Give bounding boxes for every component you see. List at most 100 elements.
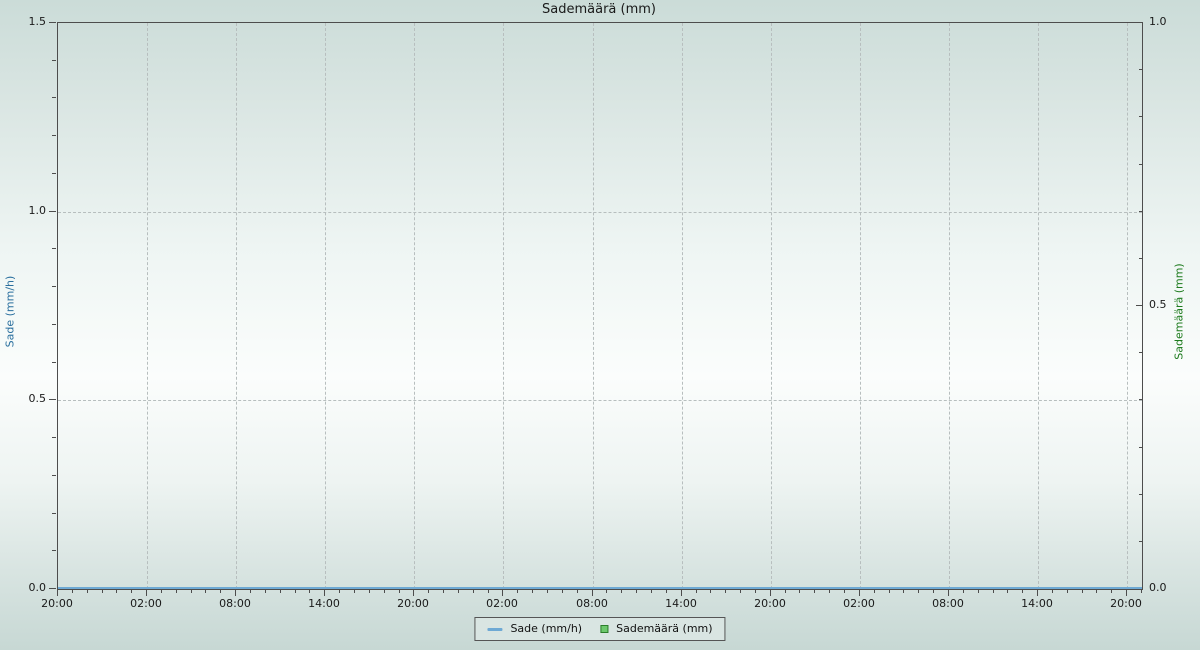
x-tick-label: 20:00 xyxy=(383,597,443,610)
y-right-minor-tick xyxy=(1139,258,1143,259)
x-tick-label: 14:00 xyxy=(1007,597,1067,610)
y-gridline xyxy=(58,400,1142,401)
x-tick-label: 02:00 xyxy=(472,597,532,610)
legend-label-sademaara: Sademäärä (mm) xyxy=(616,622,712,636)
x-minor-tick xyxy=(725,589,726,593)
x-minor-tick xyxy=(874,589,875,593)
y-left-minor-tick xyxy=(52,135,56,136)
y-right-minor-tick xyxy=(1139,69,1143,70)
y-right-minor-tick xyxy=(1139,352,1143,353)
y-left-tick-label: 0.0 xyxy=(0,581,46,594)
x-tick-label: 20:00 xyxy=(1096,597,1156,610)
y-right-minor-tick xyxy=(1139,447,1143,448)
y-left-tick-label: 1.5 xyxy=(0,15,46,28)
x-minor-tick xyxy=(1022,589,1023,593)
x-minor-tick xyxy=(250,589,251,593)
y-left-tick-label: 1.0 xyxy=(0,204,46,217)
x-tick-label: 14:00 xyxy=(294,597,354,610)
x-minor-tick xyxy=(354,589,355,593)
x-minor-tick xyxy=(532,589,533,593)
x-minor-tick xyxy=(933,589,934,593)
x-minor-tick xyxy=(161,589,162,593)
x-minor-tick xyxy=(384,589,385,593)
x-minor-tick xyxy=(814,589,815,593)
y-left-minor-tick xyxy=(52,97,56,98)
y-left-major-tick xyxy=(49,399,56,400)
y-right-minor-tick xyxy=(1139,211,1143,212)
x-minor-tick xyxy=(443,589,444,593)
y-right-major-tick xyxy=(1136,305,1143,306)
y-right-tick-label: 0.5 xyxy=(1149,298,1189,311)
x-minor-tick xyxy=(399,589,400,593)
x-gridline xyxy=(1127,23,1128,589)
x-major-tick xyxy=(324,589,325,596)
x-tick-label: 14:00 xyxy=(651,597,711,610)
sade-series-line xyxy=(58,587,1142,589)
y-left-minor-tick xyxy=(52,513,56,514)
y-left-major-tick xyxy=(49,22,56,23)
x-tick-label: 08:00 xyxy=(918,597,978,610)
x-major-tick xyxy=(1037,589,1038,596)
x-gridline xyxy=(325,23,326,589)
x-minor-tick xyxy=(978,589,979,593)
x-minor-tick xyxy=(102,589,103,593)
x-tick-label: 08:00 xyxy=(205,597,265,610)
y-right-tick-label: 1.0 xyxy=(1149,15,1189,28)
legend: Sade (mm/h) Sademäärä (mm) xyxy=(474,617,725,641)
x-major-tick xyxy=(413,589,414,596)
x-minor-tick xyxy=(547,589,548,593)
chart-title: Sademäärä (mm) xyxy=(57,2,1141,17)
x-tick-label: 08:00 xyxy=(562,597,622,610)
x-minor-tick xyxy=(740,589,741,593)
x-minor-tick xyxy=(621,589,622,593)
x-tick-label: 20:00 xyxy=(27,597,87,610)
x-major-tick xyxy=(502,589,503,596)
y-gridline xyxy=(58,212,1142,213)
x-minor-tick xyxy=(1111,589,1112,593)
x-minor-tick xyxy=(72,589,73,593)
chart-canvas: Sademäärä (mm) Sade (mm/h) Sademäärä (mm… xyxy=(0,0,1200,650)
legend-item-sademaara: Sademäärä (mm) xyxy=(600,622,712,636)
x-gridline xyxy=(414,23,415,589)
x-minor-tick xyxy=(799,589,800,593)
x-minor-tick xyxy=(1141,589,1142,593)
x-minor-tick xyxy=(116,589,117,593)
y-left-major-tick xyxy=(49,211,56,212)
x-minor-tick xyxy=(829,589,830,593)
y-right-minor-tick xyxy=(1139,116,1143,117)
x-minor-tick xyxy=(918,589,919,593)
x-minor-tick xyxy=(458,589,459,593)
x-minor-tick xyxy=(636,589,637,593)
x-minor-tick xyxy=(295,589,296,593)
x-minor-tick xyxy=(131,589,132,593)
x-gridline xyxy=(236,23,237,589)
y-right-minor-tick xyxy=(1139,541,1143,542)
x-gridline xyxy=(682,23,683,589)
x-minor-tick xyxy=(517,589,518,593)
x-minor-tick xyxy=(651,589,652,593)
x-minor-tick xyxy=(785,589,786,593)
x-minor-tick xyxy=(87,589,88,593)
x-major-tick xyxy=(681,589,682,596)
x-minor-tick xyxy=(844,589,845,593)
x-major-tick xyxy=(235,589,236,596)
x-major-tick xyxy=(1126,589,1127,596)
y-left-minor-tick xyxy=(52,437,56,438)
y-left-minor-tick xyxy=(52,324,56,325)
x-minor-tick xyxy=(562,589,563,593)
sademaara-square-swatch xyxy=(600,625,608,633)
legend-item-sade: Sade (mm/h) xyxy=(487,622,582,636)
y-right-minor-tick xyxy=(1139,494,1143,495)
x-major-tick xyxy=(592,589,593,596)
x-minor-tick xyxy=(1082,589,1083,593)
plot-area xyxy=(57,22,1143,590)
x-major-tick xyxy=(146,589,147,596)
x-minor-tick xyxy=(903,589,904,593)
x-minor-tick xyxy=(666,589,667,593)
y-right-minor-tick xyxy=(1139,164,1143,165)
x-major-tick xyxy=(948,589,949,596)
x-minor-tick xyxy=(265,589,266,593)
y-left-minor-tick xyxy=(52,475,56,476)
y-left-minor-tick xyxy=(52,286,56,287)
x-minor-tick xyxy=(755,589,756,593)
